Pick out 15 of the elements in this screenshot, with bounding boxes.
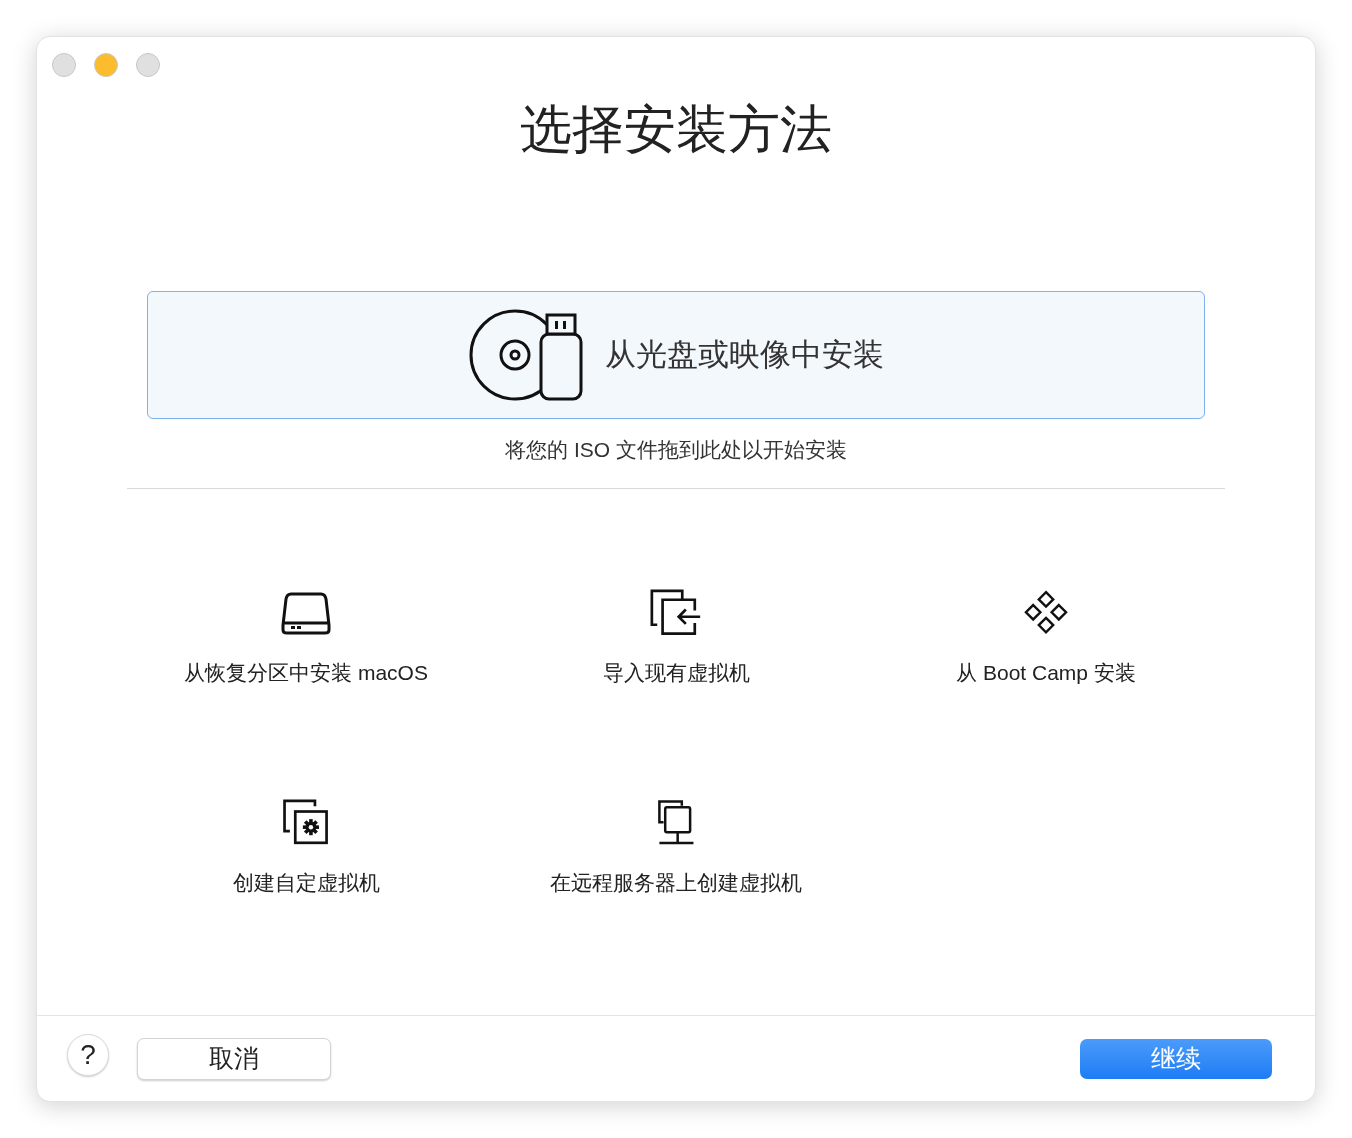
install-option[interactable]: 导入现有虚拟机 bbox=[491, 588, 861, 689]
dialog-title: 选择安装方法 bbox=[519, 99, 833, 160]
cancel-button[interactable]: 取消 bbox=[137, 1037, 331, 1080]
hard-drive-icon bbox=[281, 591, 331, 635]
help-button[interactable]: ? bbox=[67, 1033, 109, 1076]
install-option[interactable]: 创建自定虚拟机 bbox=[121, 798, 491, 899]
window-control-button[interactable] bbox=[94, 53, 118, 77]
install-option[interactable]: 从 Boot Camp 安装 bbox=[861, 588, 1231, 689]
window-control-button[interactable] bbox=[52, 53, 76, 77]
install-option[interactable]: 在远程服务器上创建虚拟机 bbox=[491, 798, 861, 899]
window-control-button[interactable] bbox=[136, 53, 160, 77]
install-option[interactable]: 从恢复分区中安装 macOS bbox=[121, 588, 491, 689]
disc-and-usb-icon bbox=[468, 309, 583, 401]
drop-hint: 将您的 ISO 文件拖到此处以开始安装 bbox=[504, 437, 848, 463]
install-from-disc-option[interactable]: 从光盘或映像中安装 bbox=[147, 291, 1205, 419]
